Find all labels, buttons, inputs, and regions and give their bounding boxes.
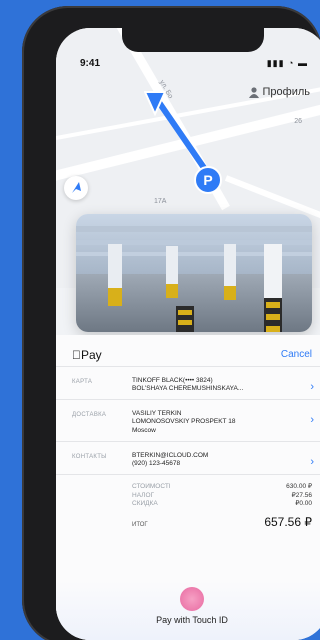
chevron-right-icon: › [310, 381, 314, 393]
apple-pay-label: Pay [72, 347, 102, 362]
contacts-row[interactable]: КОНТАКТЫ BTERKIN@ICLOUD.COM (920) 123-45… [56, 442, 320, 475]
phone-screen: P ул. Бо 26 17А 9:41 ▮▮▮ ◔ ▬ Профиль Pay… [56, 28, 320, 640]
house-number-26: 26 [294, 118, 302, 125]
apple-logo-icon:  [72, 348, 81, 362]
status-icons: ▮▮▮ ◔ ▬ [266, 58, 308, 68]
delivery-row[interactable]: ДОСТАВКА VASILIY TERKIN LOMONOSOVSKIY PR… [56, 400, 320, 442]
parking-marker[interactable]: P [194, 166, 222, 194]
parking-photo-card [76, 214, 312, 332]
location-arrow-icon [143, 90, 167, 121]
pay-header: Pay Cancel [56, 335, 320, 367]
subtotal-label: СТОИМОСТI [132, 482, 171, 490]
subtotal-amount: 630.00 ₽ [286, 482, 312, 490]
navigation-arrow-icon [72, 182, 81, 193]
chevron-right-icon: › [310, 455, 314, 468]
delivery-city: Moscow [132, 426, 156, 434]
totals-section: СТОИМОСТI 630.00 ₽ НАЛОГ ₽27.56 СКИДКА ₽… [56, 475, 320, 529]
discount-amount: ₽0.00 [295, 500, 312, 508]
card-address: BOL'SHAYA CHEREMUSHINSKAYA... [132, 385, 244, 393]
total-amount: 657.56 ₽ [264, 515, 312, 530]
total-row: ИТОГ 657.56 ₽ [132, 515, 312, 529]
nearby-marker[interactable] [64, 176, 88, 200]
subtotal-row: СТОИМОСТI 630.00 ₽ [132, 483, 312, 492]
profile-label: Профиль [262, 86, 311, 98]
total-label: ИТОГ [132, 522, 148, 529]
touch-id-label: Pay with Touch ID [156, 615, 228, 625]
cancel-button[interactable]: Cancel [281, 349, 312, 360]
contact-email: BTERKIN@ICLOUD.COM [132, 451, 209, 459]
card-value: TINKOFF BLACK(•••• 3824) BOL'SHAYA CHERE… [132, 377, 312, 393]
apple-pay-logo: Pay [72, 348, 102, 362]
person-icon [248, 86, 259, 98]
contact-phone: (920) 123-45678 [132, 459, 181, 467]
card-name: TINKOFF BLACK(•••• 3824) [132, 377, 213, 384]
delivery-label: ДОСТАВКА [72, 412, 107, 419]
tax-row: НАЛОГ ₽27.56 [132, 492, 312, 501]
house-number-17a: 17А [154, 198, 167, 205]
notch [122, 28, 264, 52]
parking-garage-image [76, 214, 312, 332]
fingerprint-icon[interactable] [180, 587, 204, 611]
contacts-value: BTERKIN@ICLOUD.COM (920) 123-45678 [132, 452, 312, 468]
contacts-label: КОНТАКТЫ [72, 453, 107, 460]
delivery-street: LOMONOSOVSKIY PROSPEKT 18 [132, 418, 236, 426]
chevron-right-icon: › [310, 414, 314, 427]
delivery-value: VASILIY TERKIN LOMONOSOVSKIY PROSPEKT 18… [132, 410, 312, 434]
tax-label: НАЛОГ [132, 491, 155, 499]
profile-button[interactable]: Профиль [248, 86, 311, 98]
card-row[interactable]: КАРТА TINKOFF BLACK(•••• 3824) BOL'SHAYA… [56, 367, 320, 401]
discount-label: СКИДКА [132, 500, 158, 508]
phone-frame: P ул. Бо 26 17А 9:41 ▮▮▮ ◔ ▬ Профиль Pay… [22, 6, 320, 640]
touch-id-area[interactable]: Pay with Touch ID [56, 581, 320, 640]
status-time: 9:41 [80, 58, 101, 69]
discount-row: СКИДКА ₽0.00 [132, 500, 312, 509]
delivery-name: VASILIY TERKIN [132, 410, 182, 418]
card-label: КАРТА [72, 379, 93, 385]
apple-pay-sheet: Pay Cancel КАРТА TINKOFF BLACK(•••• 382… [56, 335, 320, 640]
